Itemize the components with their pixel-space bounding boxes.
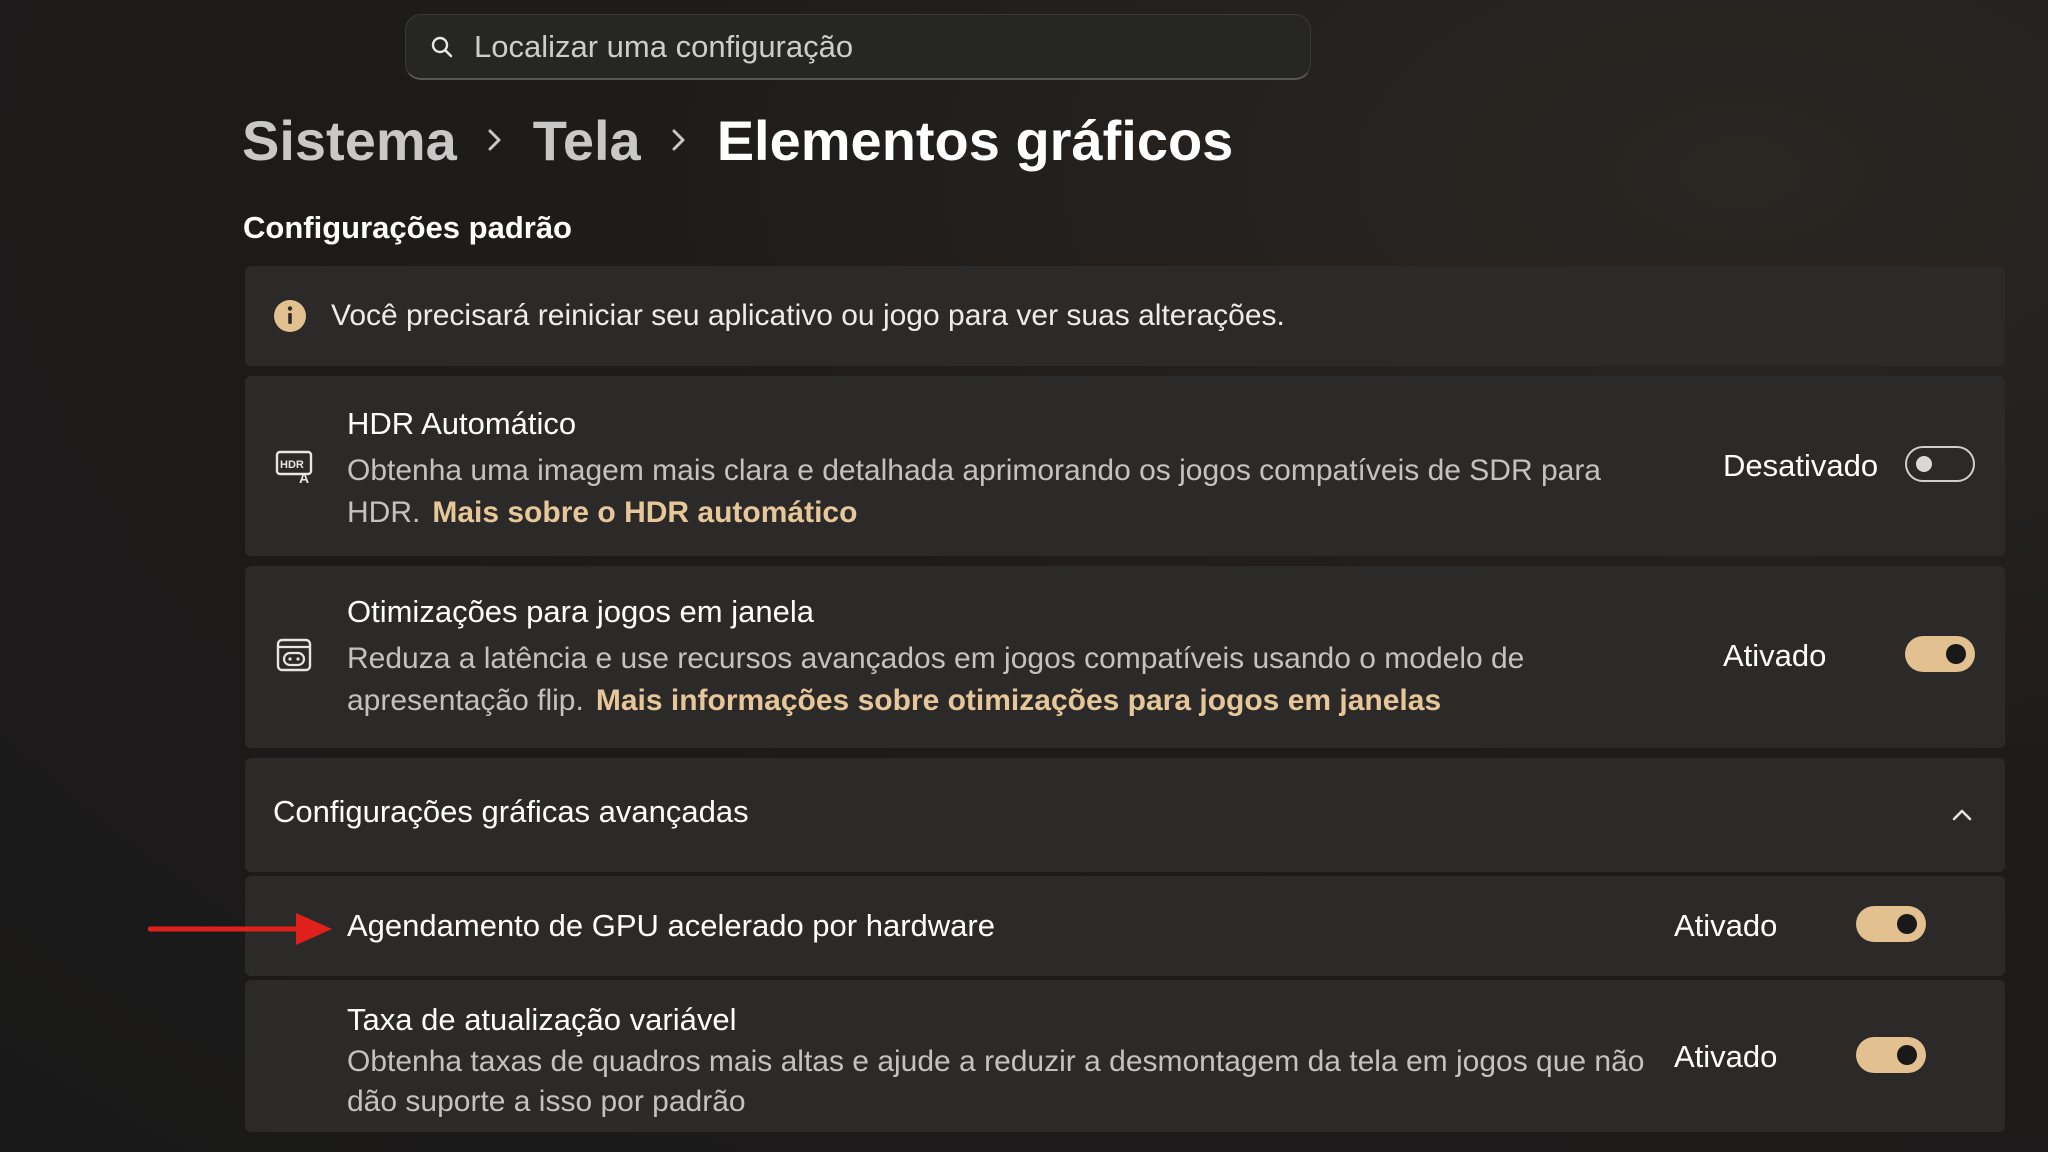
- section-title: Configurações padrão: [243, 210, 572, 245]
- chevron-right-icon: [457, 125, 533, 155]
- windowed-optimizations-toggle[interactable]: [1905, 636, 1975, 672]
- expander-title: Configurações gráficas avançadas: [273, 794, 749, 829]
- page-title: Elementos gráficos: [716, 108, 1234, 172]
- status-label: Ativado: [1674, 1039, 1778, 1074]
- setting-title: HDR Automático: [347, 406, 577, 441]
- description-line: Obtenha taxas de quadros mais altas e aj…: [347, 1045, 1645, 1078]
- advanced-graphics-settings-expander[interactable]: Configurações gráficas avançadas: [245, 758, 2005, 872]
- hdr-icon: HDR A: [275, 446, 315, 486]
- search-box[interactable]: [405, 14, 1311, 80]
- setting-description: Reduza a latência e use recursos avançad…: [347, 638, 1524, 722]
- description-line: apresentação flip.: [347, 684, 584, 717]
- windowed-optimizations-learn-more-link[interactable]: Mais informações sobre otimizações para …: [596, 684, 1441, 717]
- description-line: Obtenha uma imagem mais clara e detalhad…: [347, 454, 1601, 487]
- game-window-icon: [275, 636, 315, 676]
- status-label: Ativado: [1674, 908, 1778, 943]
- toggle-knob: [1897, 914, 1917, 934]
- info-icon: [273, 299, 307, 333]
- svg-text:A: A: [299, 470, 309, 486]
- info-bar: Você precisará reiniciar seu aplicativo …: [245, 266, 2005, 366]
- breadcrumb-item-sistema[interactable]: Sistema: [242, 108, 457, 173]
- setting-title: Otimizações para jogos em janela: [347, 594, 814, 629]
- description-line: Reduza a latência e use recursos avançad…: [347, 642, 1525, 675]
- breadcrumb-item-tela[interactable]: Tela: [533, 108, 641, 173]
- chevron-up-icon[interactable]: [1947, 800, 1977, 830]
- description-line: dão suporte a isso por padrão: [347, 1085, 746, 1118]
- search-icon: [428, 33, 456, 61]
- setting-description: Obtenha uma imagem mais clara e detalhad…: [347, 450, 1601, 534]
- setting-auto-hdr: HDR A HDR Automático Obtenha uma imagem …: [245, 376, 2005, 556]
- setting-windowed-game-optimizations: Otimizações para jogos em janela Reduza …: [245, 566, 2005, 748]
- setting-title: Agendamento de GPU acelerado por hardwar…: [347, 908, 995, 943]
- status-label: Ativado: [1723, 638, 1827, 673]
- auto-hdr-learn-more-link[interactable]: Mais sobre o HDR automático: [432, 496, 857, 529]
- toggle-knob: [1897, 1045, 1917, 1065]
- red-arrow-icon: [147, 910, 334, 948]
- search-input[interactable]: [472, 14, 1310, 79]
- setting-title: Taxa de atualização variável: [347, 1002, 737, 1037]
- status-label: Desativado: [1723, 448, 1879, 483]
- setting-description: Obtenha taxas de quadros mais altas e aj…: [347, 1042, 1645, 1122]
- variable-refresh-rate-toggle[interactable]: [1856, 1037, 1926, 1073]
- info-text: Você precisará reiniciar seu aplicativo …: [331, 299, 1285, 332]
- breadcrumb: Sistema Tela Elementos gráficos: [242, 100, 1233, 180]
- toggle-knob: [1946, 644, 1966, 664]
- gpu-scheduling-toggle[interactable]: [1856, 906, 1926, 942]
- setting-variable-refresh-rate: Taxa de atualização variável Obtenha tax…: [245, 980, 2005, 1132]
- toggle-knob: [1916, 456, 1932, 472]
- description-line: HDR.: [347, 496, 421, 529]
- chevron-right-icon: [641, 125, 717, 155]
- setting-hardware-gpu-scheduling: Agendamento de GPU acelerado por hardwar…: [245, 876, 2005, 976]
- auto-hdr-toggle[interactable]: [1905, 446, 1975, 482]
